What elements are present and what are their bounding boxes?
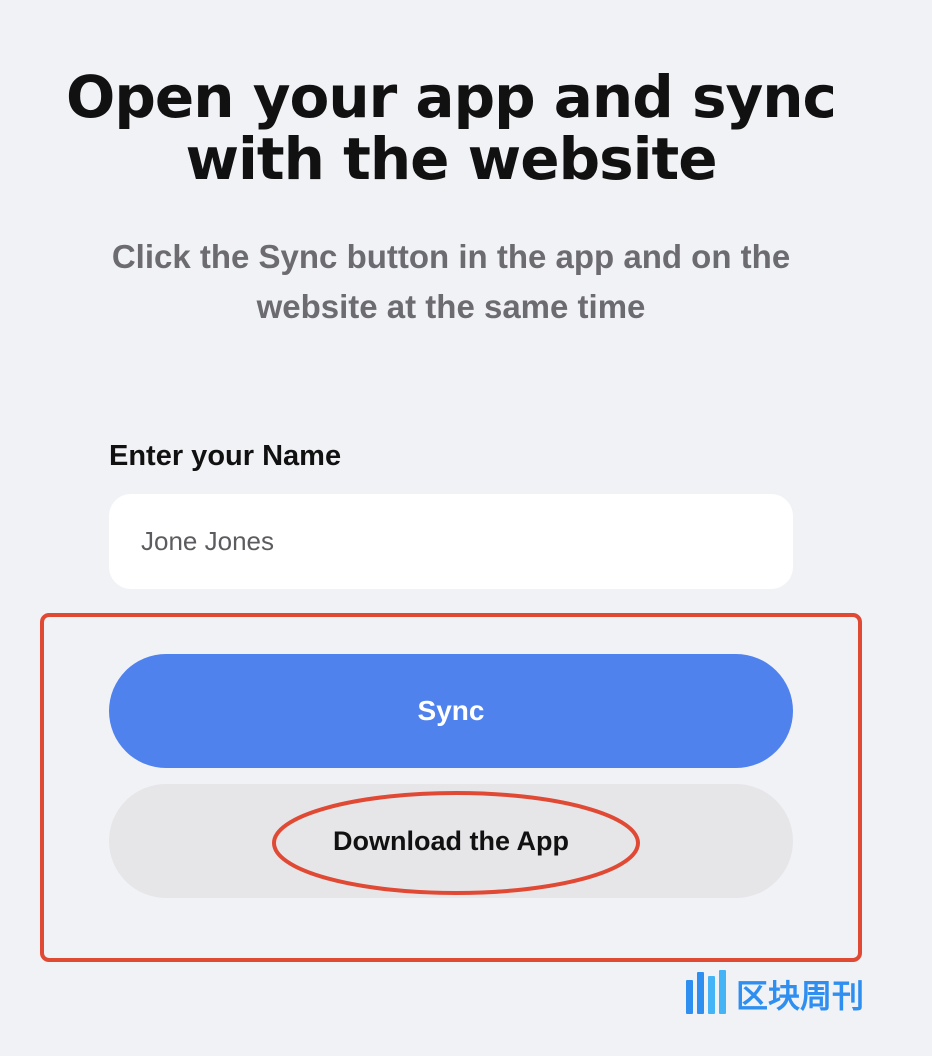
name-field-label: Enter your Name — [109, 440, 342, 472]
annotation-ellipse — [272, 791, 640, 895]
watermark-logo: 区块周刊 — [684, 970, 914, 1018]
page-subtitle: Click the Sync button in the app and on … — [111, 238, 791, 325]
page-title: Open your app and sync with the website — [66, 63, 837, 193]
watermark-text: 区块周刊 — [736, 977, 864, 1015]
sync-button[interactable]: Sync — [109, 654, 793, 768]
name-input[interactable] — [109, 494, 793, 589]
